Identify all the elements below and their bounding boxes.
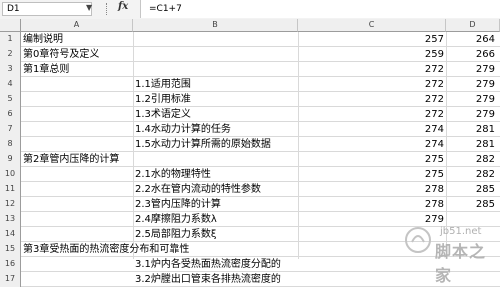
column-header-a[interactable]: A [21, 19, 133, 32]
table-row: 10 2.1水的物理特性 275 282 [0, 167, 500, 182]
cell-c[interactable] [300, 272, 444, 287]
name-box[interactable]: D1 [2, 2, 92, 16]
column-header-d[interactable]: D [446, 19, 500, 32]
row-header[interactable]: 12 [0, 197, 21, 212]
cell-c[interactable]: 275 [300, 152, 444, 167]
watermark-brand: 脚本之家 [435, 242, 487, 285]
cell-a[interactable]: 第1章总则 [23, 62, 69, 77]
cell-d[interactable]: 285 [446, 197, 495, 212]
cell-c[interactable]: 259 [300, 47, 444, 62]
column-header-b[interactable]: B [133, 19, 298, 32]
cell-c[interactable]: 257 [300, 32, 444, 47]
table-row: 6 1.3术语定义 272 279 [0, 107, 500, 122]
table-row: 3 第1章总则 272 279 [0, 62, 500, 77]
column-header-c[interactable]: C [298, 19, 446, 32]
cell-c[interactable]: 274 [300, 137, 444, 152]
cell-a[interactable]: 第3章受热面的热流密度分布和可靠性 [23, 242, 189, 257]
row-header[interactable]: 17 [0, 272, 21, 287]
table-row: 9 第2章管内压降的计算 275 282 [0, 152, 500, 167]
cell-b[interactable]: 1.2引用标准 [135, 92, 191, 107]
row-header[interactable]: 2 [0, 47, 21, 62]
row-header[interactable]: 4 [0, 77, 21, 92]
table-row: 4 1.1适用范围 272 279 [0, 77, 500, 92]
cell-d[interactable]: 282 [446, 167, 495, 182]
row-header[interactable]: 10 [0, 167, 21, 182]
chevron-down-icon[interactable]: ▼ [86, 3, 92, 12]
row-header[interactable]: 9 [0, 152, 21, 167]
cell-b[interactable]: 1.4水动力计算的任务 [135, 122, 231, 137]
cell-d[interactable]: 266 [446, 47, 495, 62]
cell-d[interactable]: 279 [446, 107, 495, 122]
cell-c[interactable]: 278 [300, 197, 444, 212]
table-row: 5 1.2引用标准 272 279 [0, 92, 500, 107]
cell-d[interactable]: 264 [446, 32, 495, 47]
cell-b[interactable]: 2.4摩擦阻力系数λ [135, 212, 217, 227]
table-row: 7 1.4水动力计算的任务 274 281 [0, 122, 500, 137]
cell-a[interactable]: 第2章管内压降的计算 [23, 152, 119, 167]
cell-d[interactable]: 279 [446, 77, 495, 92]
row-header[interactable]: 1 [0, 32, 21, 47]
cell-b[interactable]: 1.3术语定义 [135, 107, 191, 122]
cell-b[interactable]: 2.5局部阻力系数ξ [135, 227, 216, 242]
cell-d[interactable]: 281 [446, 137, 495, 152]
table-row: 12 2.3管内压降的计算 278 285 [0, 197, 500, 212]
cell-d[interactable] [446, 212, 495, 227]
table-row: 11 2.2水在管内流动的特性参数 278 285 [0, 182, 500, 197]
cell-d[interactable]: 279 [446, 92, 495, 107]
row-header[interactable]: 13 [0, 212, 21, 227]
formula-bar: D1 ▼ fx =C1+7 [0, 0, 500, 20]
table-row: 2 第0章符号及定义 259 266 [0, 47, 500, 62]
cell-a[interactable]: 第0章符号及定义 [23, 47, 99, 62]
cell-b[interactable]: 1.1适用范围 [135, 77, 191, 92]
cell-d[interactable]: 285 [446, 182, 495, 197]
cell-c[interactable] [300, 257, 444, 272]
cell-b[interactable]: 2.1水的物理特性 [135, 167, 211, 182]
cell-d[interactable]: 281 [446, 122, 495, 137]
row-header[interactable]: 14 [0, 227, 21, 242]
row-header[interactable]: 7 [0, 122, 21, 137]
cell-c[interactable]: 278 [300, 182, 444, 197]
formula-input[interactable]: =C1+7 [140, 0, 500, 18]
cell-c[interactable]: 279 [300, 212, 444, 227]
watermark-url: jb51.net [440, 226, 482, 237]
splitter-handle[interactable] [106, 3, 109, 15]
cell-d[interactable]: 279 [446, 62, 495, 77]
table-row: 16 3.1炉内各受热面热流密度分配的 [0, 257, 500, 272]
row-header[interactable]: 8 [0, 137, 21, 152]
cell-c[interactable]: 274 [300, 122, 444, 137]
row-header[interactable]: 15 [0, 242, 21, 257]
cell-c[interactable]: 272 [300, 77, 444, 92]
row-header[interactable]: 16 [0, 257, 21, 272]
cell-c[interactable]: 272 [300, 62, 444, 77]
cell-c[interactable]: 275 [300, 167, 444, 182]
row-header[interactable]: 6 [0, 107, 21, 122]
cell-b[interactable]: 3.1炉内各受热面热流密度分配的 [135, 257, 281, 272]
row-header[interactable]: 3 [0, 62, 21, 77]
row-header[interactable]: 5 [0, 92, 21, 107]
cell-d[interactable]: 282 [446, 152, 495, 167]
select-all-corner[interactable] [0, 19, 21, 32]
table-row: 1 编制说明 257 264 [0, 32, 500, 47]
insert-function-icon[interactable]: fx [118, 1, 128, 12]
cell-a[interactable]: 编制说明 [23, 32, 63, 47]
cell-b[interactable]: 3.2炉膛出口管束各排热流密度的 [135, 272, 281, 287]
cell-c[interactable]: 272 [300, 107, 444, 122]
cell-b[interactable]: 2.3管内压降的计算 [135, 197, 221, 212]
cell-b[interactable]: 2.2水在管内流动的特性参数 [135, 182, 261, 197]
cell-b[interactable]: 1.5水动力计算所需的原始数据 [135, 137, 271, 152]
table-row: 13 2.4摩擦阻力系数λ 279 [0, 212, 500, 227]
watermark-logo-icon [405, 227, 431, 253]
cell-c[interactable]: 272 [300, 92, 444, 107]
row-header[interactable]: 11 [0, 182, 21, 197]
table-row: 17 3.2炉膛出口管束各排热流密度的 [0, 272, 500, 287]
table-row: 8 1.5水动力计算所需的原始数据 274 281 [0, 137, 500, 152]
